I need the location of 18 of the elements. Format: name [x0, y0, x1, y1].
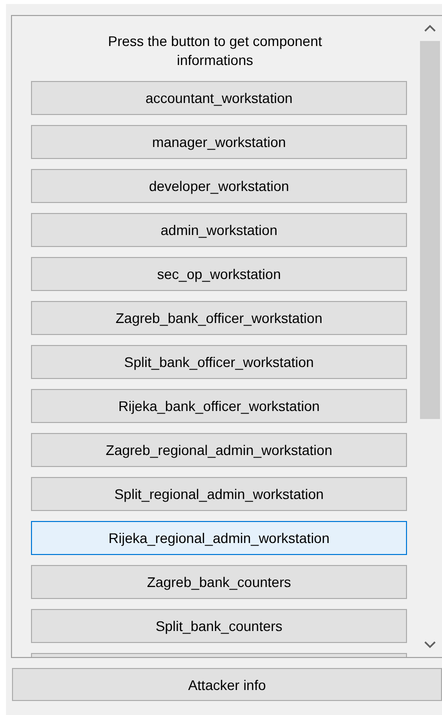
- component-button[interactable]: accountant_workstation: [31, 81, 407, 115]
- component-button[interactable]: Split_bank_counters: [31, 609, 407, 643]
- scroll-up-icon[interactable]: [424, 24, 436, 32]
- instruction-text: Press the button to get component informations: [106, 32, 324, 70]
- component-button[interactable]: Zagreb_bank_officer_workstation: [31, 301, 407, 335]
- component-button[interactable]: developer_workstation: [31, 169, 407, 203]
- component-button[interactable]: admin_workstation: [31, 213, 407, 247]
- component-button[interactable]: Split_regional_admin_workstation: [31, 477, 407, 511]
- component-button[interactable]: Rijeka_bank_officer_workstation: [31, 389, 407, 423]
- component-button[interactable]: Split_bank_officer_workstation: [31, 345, 407, 379]
- component-button[interactable]: Zagreb_regional_admin_workstation: [31, 433, 407, 467]
- component-button[interactable]: Zagreb_bank_counters: [31, 565, 407, 599]
- component-button[interactable]: sec_op_workstation: [31, 257, 407, 291]
- component-button[interactable]: manager_workstation: [31, 125, 407, 159]
- scroll-down-icon[interactable]: [424, 641, 436, 649]
- component-button[interactable]: Rijeka_regional_admin_workstation: [31, 521, 407, 555]
- attacker-info-button[interactable]: Attacker info: [12, 668, 442, 701]
- scrollbar-thumb[interactable]: [420, 41, 440, 419]
